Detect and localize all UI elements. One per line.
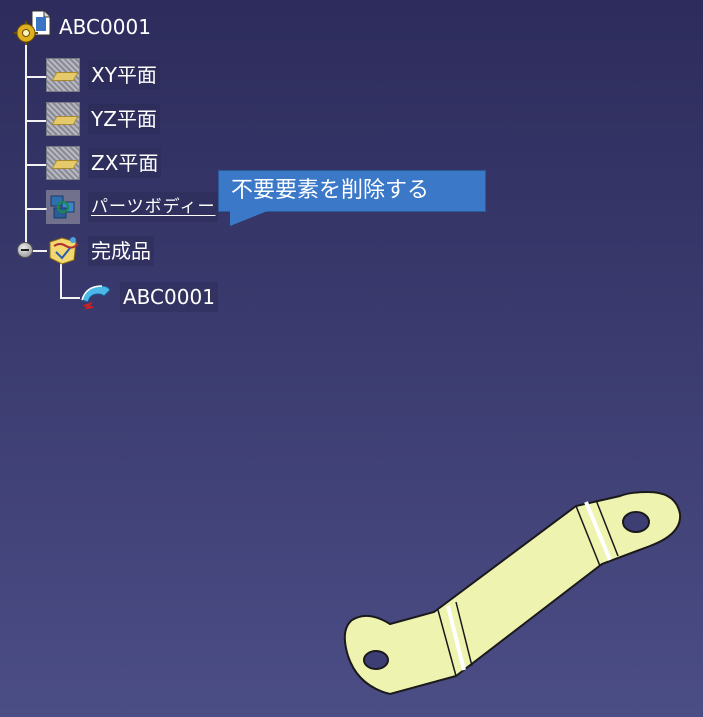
tree-item-label: 完成品 <box>88 236 154 266</box>
tree-root[interactable]: ABC0001 <box>12 10 154 45</box>
plane-icon <box>46 146 80 180</box>
tree-item-label: ABC0001 <box>120 282 218 312</box>
tree-item-solid[interactable]: ABC0001 <box>78 280 218 314</box>
tree-item-label: YZ平面 <box>88 104 160 134</box>
solid-feature-icon <box>78 280 112 314</box>
tree-branch-set <box>31 250 47 252</box>
tree-item-label: ZX平面 <box>88 148 162 178</box>
tree-branch-child <box>60 297 80 299</box>
plane-icon <box>46 102 80 136</box>
tree-branch-yz <box>25 120 47 122</box>
callout-tail <box>230 210 270 226</box>
callout-annotation: 不要要素を削除する <box>218 170 486 212</box>
tree-branch-xy <box>25 76 47 78</box>
tree-branch-zx <box>25 164 47 166</box>
tree-item-zx-plane[interactable]: ZX平面 <box>46 146 162 180</box>
tree-item-part-body[interactable]: パーツボディー <box>46 190 219 224</box>
3d-viewport[interactable]: ABC0001 XY平面 YZ平面 ZX平面 パーツボディー 完成品 ABC00… <box>0 0 703 717</box>
tree-item-label: パーツボディー <box>88 192 219 222</box>
tree-trunk-line <box>25 44 27 250</box>
tree-root-label: ABC0001 <box>59 15 151 39</box>
tree-item-label: XY平面 <box>88 60 160 90</box>
tree-item-yz-plane[interactable]: YZ平面 <box>46 102 160 136</box>
plane-icon <box>46 58 80 92</box>
collapse-toggle-icon[interactable] <box>17 242 33 258</box>
geometrical-set-icon <box>46 234 80 268</box>
part-document-gear-icon <box>12 10 51 45</box>
part-body-icon <box>46 190 80 224</box>
tree-item-geometrical-set[interactable]: 完成品 <box>46 234 154 268</box>
bracket-part-3d-model[interactable] <box>330 480 690 700</box>
tree-item-xy-plane[interactable]: XY平面 <box>46 58 160 92</box>
tree-branch-body <box>25 208 47 210</box>
